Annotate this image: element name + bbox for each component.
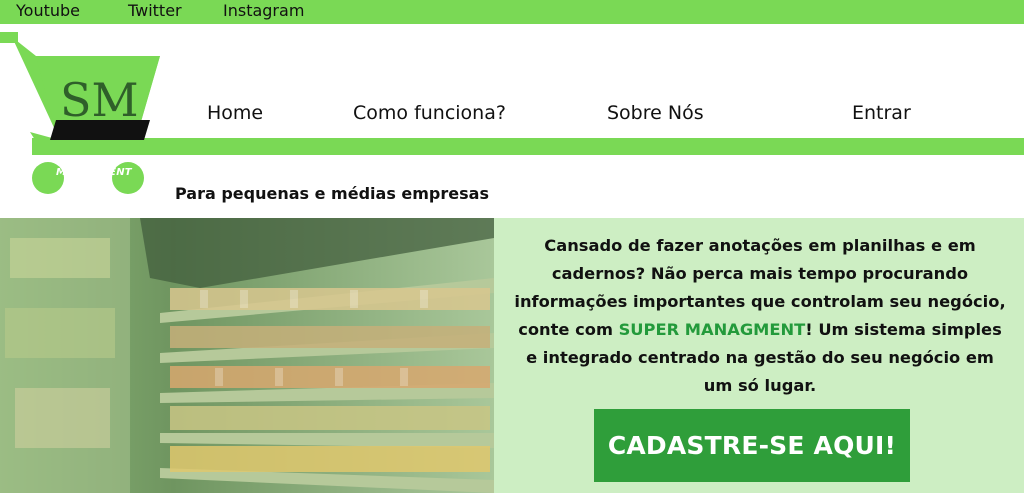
- signup-button[interactable]: CADASTRE-SE AQUI!: [594, 409, 910, 482]
- nav-home[interactable]: Home: [207, 102, 263, 124]
- twitter-link[interactable]: Twitter: [128, 0, 182, 24]
- nav-sobre-nos[interactable]: Sobre Nós: [607, 102, 704, 124]
- nav-como-funciona[interactable]: Como funciona?: [353, 102, 506, 124]
- logo[interactable]: SM SUPER MANAGMENT: [0, 32, 170, 197]
- nav-entrar[interactable]: Entrar: [852, 102, 911, 124]
- logo-name: SUPER MANAGMENT: [56, 156, 132, 178]
- tagline: Para pequenas e médias empresas: [175, 184, 489, 203]
- supermarket-shelves-photo: [0, 218, 494, 493]
- logo-monogram: SM: [60, 73, 139, 127]
- brand-highlight: SUPER MANAGMENT: [618, 320, 806, 339]
- nav-divider-band: [120, 138, 1024, 155]
- social-topbar: Youtube Twitter Instagram: [0, 0, 1024, 24]
- youtube-link[interactable]: Youtube: [16, 0, 80, 24]
- instagram-link[interactable]: Instagram: [223, 0, 304, 24]
- hero-description: Cansado de fazer anotações em planilhas …: [510, 232, 1010, 400]
